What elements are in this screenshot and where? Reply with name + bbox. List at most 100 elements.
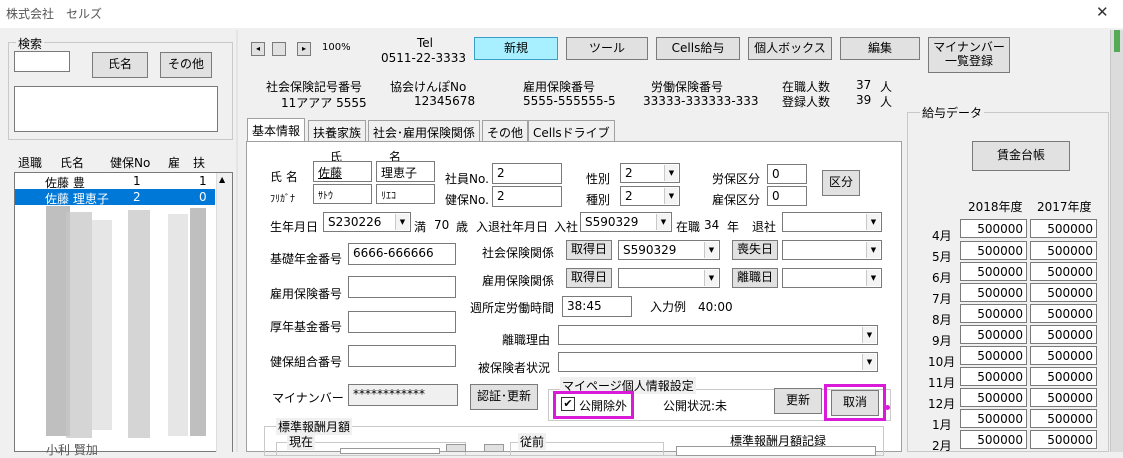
month-label: 9月 <box>932 334 952 348</box>
toroku-label: 登録人数 <box>782 95 831 109</box>
personal-box-button[interactable]: 個人ボックス <box>748 37 832 60</box>
pension-field[interactable]: 6666-666666 <box>348 243 456 265</box>
salary-2018-cell[interactable]: 500000 <box>960 346 1027 365</box>
reason-select[interactable]: ▼ <box>558 325 878 345</box>
month-label: 5月 <box>932 250 952 264</box>
salary-2017-cell[interactable]: 500000 <box>1030 283 1097 302</box>
salary-2018-cell[interactable]: 500000 <box>960 388 1027 407</box>
salary-2018-cell[interactable]: 500000 <box>960 241 1027 260</box>
pane-divider <box>236 30 238 452</box>
salary-2017-cell[interactable]: 500000 <box>1030 346 1097 365</box>
month-label: 4月 <box>932 229 952 243</box>
tenure-prefix: 在職 <box>676 220 701 234</box>
sex-select[interactable]: 2 ▼ <box>620 163 680 183</box>
tab-basic-info[interactable]: 基本情報 <box>247 118 306 142</box>
kenpo-no-field[interactable]: 2 <box>492 186 562 207</box>
salary-2018-cell[interactable]: 500000 <box>960 262 1027 281</box>
list-row-selected[interactable]: 佐藤 理恵子 2 0 <box>15 189 215 206</box>
salary-2018-cell[interactable]: 500000 <box>960 219 1027 238</box>
tool-button[interactable]: ツール <box>566 37 648 60</box>
tab-cells-drive[interactable]: Cellsドライブ <box>528 120 615 141</box>
current-field[interactable] <box>340 448 440 454</box>
salary-2018-cell[interactable]: 500000 <box>960 367 1027 386</box>
social-acquire-button[interactable]: 取得日 <box>566 240 612 260</box>
weekly-field[interactable]: 38:45 <box>562 296 632 317</box>
mynumber-list-button[interactable]: マイナンバー 一覧登録 <box>928 37 1010 73</box>
nav-next-button[interactable]: ▸ <box>297 42 311 56</box>
salary-2018-cell[interactable]: 500000 <box>960 409 1027 428</box>
leave-prefix: 退社 <box>752 220 777 234</box>
koyo-leave-button[interactable]: 離職日 <box>732 268 778 288</box>
search-input[interactable] <box>14 51 70 72</box>
mynumber-field[interactable]: ************ <box>348 384 458 406</box>
social-lose-button[interactable]: 喪失日 <box>732 240 778 260</box>
search-results-box[interactable] <box>14 86 218 132</box>
chevron-down-icon: ▼ <box>866 270 880 286</box>
ledger-button[interactable]: 賃金台帳 <box>972 141 1070 171</box>
salary-2017-cell[interactable]: 500000 <box>1030 388 1097 407</box>
salary-2017-cell[interactable]: 500000 <box>1030 325 1097 344</box>
tab-other[interactable]: その他 <box>482 120 529 141</box>
salary-2018-cell[interactable]: 500000 <box>960 304 1027 323</box>
social-acquire-select[interactable]: S590329 ▼ <box>618 240 720 260</box>
tab-dependents[interactable]: 扶養家族 <box>308 120 367 141</box>
edit-button[interactable]: 編集 <box>840 37 920 60</box>
publish-status: 公開状況:未 <box>663 399 728 413</box>
rouho-field[interactable]: 0 <box>767 164 807 184</box>
close-icon[interactable]: ✕ <box>1096 3 1109 21</box>
salary-2017-cell[interactable]: 500000 <box>1030 367 1097 386</box>
nav-prev-button[interactable] <box>272 42 286 56</box>
row-name: 佐藤 理恵子 <box>45 192 109 206</box>
birth-select[interactable]: S230226 ▼ <box>323 212 411 232</box>
sei-field[interactable]: 佐藤 <box>313 161 372 182</box>
list-row[interactable]: 佐藤 豊 1 1 <box>15 173 215 190</box>
insured-select[interactable]: ▼ <box>558 352 878 372</box>
join-select[interactable]: S590329 ▼ <box>580 212 672 232</box>
kubun-button[interactable]: 区分 <box>822 170 860 196</box>
employee-no-field[interactable]: 2 <box>492 163 562 184</box>
reason-label: 離職理由 <box>502 333 551 347</box>
previous-button[interactable] <box>484 444 504 452</box>
mei-kana-field[interactable]: ﾘｴｺ <box>376 184 435 204</box>
scroll-up-icon[interactable]: ▲ <box>219 175 225 184</box>
new-button[interactable]: 新規 <box>474 37 558 60</box>
nav-first-button[interactable]: ◂ <box>251 42 265 56</box>
koyo-acquire-select[interactable]: ▼ <box>618 268 720 288</box>
salary-2017-cell[interactable]: 500000 <box>1030 219 1097 238</box>
salary-2017-cell[interactable]: 500000 <box>1030 430 1097 449</box>
join-prefix: 入社 <box>554 220 579 234</box>
salary-2018-cell[interactable]: 500000 <box>960 283 1027 302</box>
social-lose-select[interactable]: ▼ <box>782 240 882 260</box>
salary-2017-cell[interactable]: 500000 <box>1030 262 1097 281</box>
kumiai-field[interactable] <box>348 345 456 367</box>
koho-field[interactable]: 0 <box>767 186 807 206</box>
mypage-update-button[interactable]: 更新 <box>774 388 822 414</box>
month-label: 6月 <box>932 271 952 285</box>
salary-2017-cell[interactable]: 500000 <box>1030 409 1097 428</box>
salary-2018-cell[interactable]: 500000 <box>960 430 1027 449</box>
mynumber-label: マイナンバー <box>272 391 344 405</box>
current-button[interactable] <box>446 444 466 452</box>
kosei-field[interactable] <box>348 311 456 333</box>
salary-2018-cell[interactable]: 500000 <box>960 325 1027 344</box>
search-group-title: 検索 <box>16 35 45 52</box>
koyo-no-field[interactable] <box>348 276 456 298</box>
name-search-button[interactable]: 氏名 <box>92 52 148 78</box>
kenpo-no-label: 健保No. <box>445 193 489 207</box>
koyo-acquire-button[interactable]: 取得日 <box>566 268 612 288</box>
cells-salary-button[interactable]: Cells給与 <box>656 37 740 60</box>
salary-2017-cell[interactable]: 500000 <box>1030 304 1097 323</box>
type-select[interactable]: 2 ▼ <box>620 186 680 206</box>
koho-label: 雇保区分 <box>712 193 761 207</box>
tab-insurance[interactable]: 社会･雇用保険関係 <box>368 120 481 141</box>
insured-label: 被保険者状況 <box>478 361 551 375</box>
leave-select[interactable]: ▼ <box>782 212 882 232</box>
toroku-unit: 人 <box>880 95 893 109</box>
salary-2017-cell[interactable]: 500000 <box>1030 241 1097 260</box>
list-scrollbar[interactable] <box>216 173 232 452</box>
mei-field[interactable]: 理恵子 <box>376 161 435 182</box>
auth-update-button[interactable]: 認証･更新 <box>470 384 538 410</box>
other-search-button[interactable]: その他 <box>160 52 212 78</box>
koyo-leave-select[interactable]: ▼ <box>782 268 882 288</box>
sei-kana-field[interactable]: ｻﾄｳ <box>313 184 372 204</box>
